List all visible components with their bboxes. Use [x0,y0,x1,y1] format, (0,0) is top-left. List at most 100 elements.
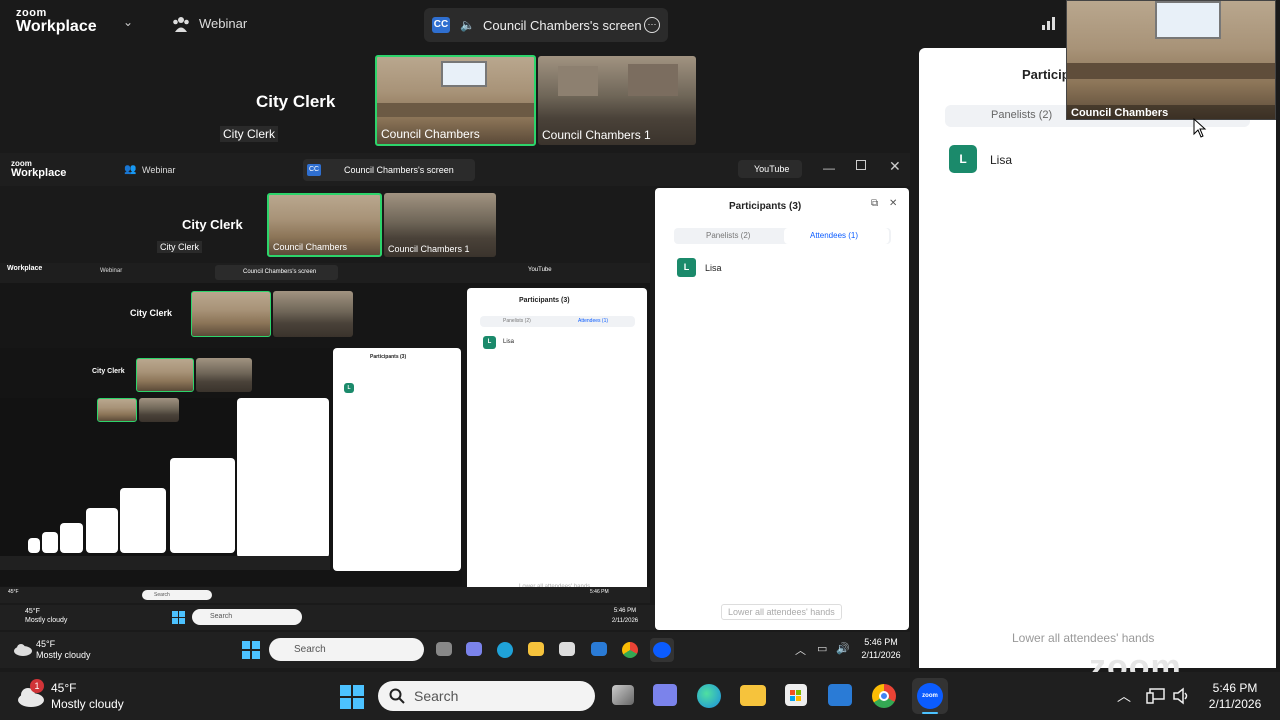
close-icon[interactable]: ✕ [889,158,901,175]
video-tile-council-chambers-1[interactable] [273,291,353,337]
panel-title: Participants (3) [519,297,570,304]
speaker-icon: 🔈 [460,18,475,32]
nested-share-view-3: City Clerk Participants (3) L [0,348,462,586]
nested-top-bar: zoom Workplace 👥 Webinar CC Council Cham… [0,153,910,186]
windows-start-icon[interactable] [242,641,260,659]
more-options-icon[interactable]: ··· [644,17,660,33]
windows-start-icon[interactable] [172,611,185,624]
windows-taskbar: 1 45°F Mostly cloudy Search zoom ︿ 5:46 … [0,672,1280,720]
clock-time: 5:46 PM [864,637,898,647]
chrome-icon[interactable] [872,684,896,708]
minimize-icon[interactable]: — [823,161,835,175]
search-box[interactable]: Search [269,638,424,661]
chevron-down-icon[interactable]: ⌄ [123,15,133,29]
search-box[interactable]: Search [192,609,302,625]
youtube-button[interactable]: YouTube [528,267,552,273]
tab-panelists[interactable]: Panelists (2) [706,231,750,240]
volume-icon[interactable]: 🔊 [836,642,850,655]
share-label: Council Chambers's screen [483,18,642,33]
participants-panel: Participants (3) L [333,348,461,571]
video-tile-council-chambers[interactable]: Council Chambers [375,55,536,146]
chevron-up-icon[interactable]: ︿ [1117,686,1131,706]
restore-icon[interactable] [856,160,866,170]
outlook-icon[interactable] [828,684,852,706]
search-box[interactable]: Search [142,590,212,600]
share-label: Council Chambers's screen [344,165,454,175]
screen-share-indicator[interactable]: Council Chambers's screen [215,265,338,280]
tab-panelists[interactable]: Panelists (2) [503,318,531,324]
tile-title: City Clerk [256,92,336,111]
panel-title: Participants (3) [729,201,802,212]
zoom-app-icon[interactable]: zoom [912,678,948,714]
popout-icon[interactable]: ⧉ [871,198,878,209]
network-icon[interactable]: ▭ [817,642,827,655]
task-view-icon[interactable] [436,642,452,656]
tab-attendees[interactable]: Attendees (1) [784,228,889,244]
network-icon[interactable] [1146,688,1166,704]
weather-desc: Mostly cloudy [25,617,68,624]
floating-video-council-chambers[interactable]: Council Chambers [1066,0,1276,120]
weather-temp: 45°F [36,639,56,649]
people-icon: 👥 [124,164,137,175]
tile-name: Council Chambers 1 [542,128,651,142]
inset-name: Council Chambers [1071,107,1169,119]
search-icon [389,688,405,704]
tile-name: Council Chambers [273,242,348,252]
attendee-name[interactable]: Lisa [990,153,1012,167]
webinar-label: Webinar [100,268,123,274]
video-tile-council-chambers-1[interactable]: Council Chambers 1 [538,56,696,145]
attendee-name[interactable]: Lisa [503,339,514,345]
video-tile-council-chambers-1[interactable] [196,358,252,392]
notification-badge: 1 [30,679,44,693]
edge-icon[interactable] [497,642,513,658]
edge-icon[interactable] [697,684,721,708]
attendee-name[interactable]: Lisa [705,263,722,273]
participant-tabs: Panelists (2) Attendees (1) [480,316,635,327]
screen-share-indicator[interactable]: CC Council Chambers's screen [303,159,475,181]
search-box[interactable]: Search [378,681,595,711]
participants-panel [60,523,83,553]
tile-title: City Clerk [182,217,243,232]
zoom-app-icon[interactable] [650,638,674,662]
youtube-button[interactable]: YouTube [738,160,802,178]
lower-hands-button[interactable]: Lower all attendees' hands [721,604,842,620]
screen-share-indicator[interactable]: CC 🔈 Council Chambers's screen ··· [424,8,668,42]
teams-icon[interactable] [653,684,677,706]
weather-temp: 45°F [51,681,77,695]
store-icon[interactable] [785,684,807,706]
video-tile-council-chambers-1[interactable] [139,398,179,422]
chevron-up-icon[interactable]: ︿ [795,642,806,658]
video-tile-council-chambers[interactable]: Council Chambers [267,193,382,257]
nested-share-view: zoom Workplace 👥 Webinar CC Council Cham… [0,153,910,630]
panel-title: Participants (3) [370,354,407,360]
video-tile-council-chambers[interactable] [136,358,194,392]
tile-name: City Clerk [157,241,203,253]
weather-desc: Mostly cloudy [51,697,124,711]
volume-icon[interactable] [1172,687,1190,705]
video-tile-council-chambers-1[interactable]: Council Chambers 1 [384,193,496,257]
participants-panel [237,398,329,558]
store-icon[interactable] [559,642,575,656]
tile-title: City Clerk [92,368,125,375]
file-explorer-icon[interactable] [528,642,544,656]
clock-date: 2/11/2026 [861,650,901,660]
file-explorer-icon[interactable] [740,685,766,706]
logo-workplace-text: Workplace [7,265,43,272]
clock-time: 5:46 PM [1212,681,1258,695]
webinar-label: Webinar [199,16,248,31]
task-view-icon[interactable] [612,685,634,705]
outlook-icon[interactable] [591,642,607,656]
chrome-icon[interactable] [622,642,638,658]
weather-desc: Mostly cloudy [36,650,91,660]
lower-hands-button[interactable]: Lower all attendees' hands [1012,631,1154,645]
tab-attendees[interactable]: Attendees (1) [578,318,608,324]
teams-icon[interactable] [466,642,482,656]
video-tile-council-chambers[interactable] [191,291,271,337]
clock-time: 5:46 PM [613,608,637,614]
tab-panelists[interactable]: Panelists (2) [991,109,1052,121]
close-icon[interactable]: ✕ [889,198,897,209]
video-tile-city-clerk[interactable]: City Clerk City Clerk [216,56,373,145]
video-tile-council-chambers[interactable] [97,398,137,422]
windows-start-icon[interactable] [340,685,364,709]
nested-taskbar: 45°F Search 5:46 PM [0,587,650,603]
